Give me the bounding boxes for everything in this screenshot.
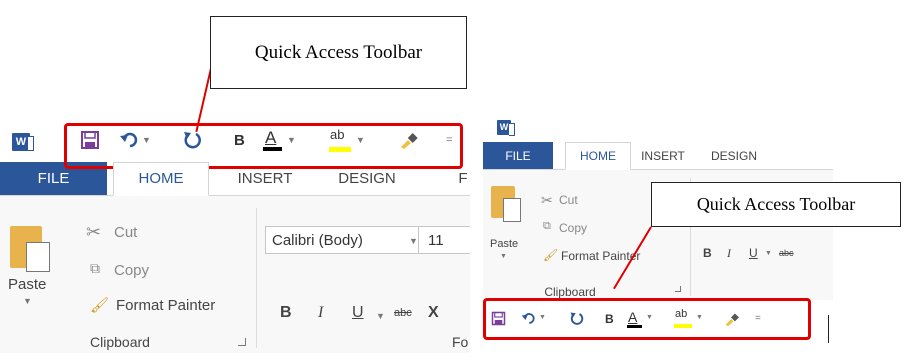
font-name-value: Calibri (Body)	[272, 232, 363, 249]
copy-label: Copy	[559, 221, 588, 235]
scissors-icon: ✂	[541, 192, 553, 208]
clipboard-launcher-icon[interactable]	[238, 338, 246, 346]
underline-dropdown-icon[interactable]: ▼	[376, 311, 385, 321]
copy-icon: ⧉	[543, 220, 551, 232]
ribbon-home: Paste ▼ ✂ Cut ⧉ Copy 🖌 Format Painter Cl…	[0, 196, 470, 353]
font-group-label: Fo	[452, 334, 469, 350]
underline-dropdown-icon[interactable]: ▼	[765, 250, 772, 257]
paste-sheet-icon	[503, 198, 521, 222]
tab-file[interactable]: FILE	[483, 142, 553, 170]
paste-button[interactable]: Paste ▼	[8, 220, 63, 306]
ribbon-tabs: FILE HOME INSERT DESIGN	[483, 142, 833, 170]
cut-button[interactable]: ✂ Cut	[86, 222, 166, 244]
format-painter-label: Format Painter	[116, 297, 216, 314]
font-size-value: 11	[428, 232, 444, 249]
format-painter-icon: 🖌	[90, 297, 110, 314]
paste-label: Paste	[490, 238, 519, 250]
tab-design[interactable]: DESIGN	[695, 142, 773, 170]
font-bold-button[interactable]: B	[703, 246, 712, 260]
tab-home[interactable]: HOME	[113, 162, 209, 196]
copy-icon: ⧉	[90, 260, 100, 276]
font-name-combo[interactable]: Calibri (Body) ▼	[265, 226, 425, 254]
word-app-icon: W	[497, 120, 515, 136]
format-painter-button[interactable]: 🖌 Format Painter	[541, 248, 691, 266]
underline-button[interactable]: U	[352, 304, 364, 322]
paste-label: Paste	[8, 276, 47, 293]
format-painter-icon: 🖌	[543, 248, 559, 262]
scissors-icon: ✂	[86, 222, 102, 242]
group-separator	[256, 208, 257, 348]
subscript-button[interactable]: X	[428, 304, 439, 322]
clipboard-group-label: Clipboard	[90, 334, 150, 350]
paste-dropdown-icon[interactable]: ▼	[500, 253, 507, 260]
tab-home[interactable]: HOME	[565, 142, 631, 170]
strikethrough-button[interactable]: abc	[779, 248, 794, 258]
copy-label: Copy	[114, 262, 150, 279]
tab-insert[interactable]: INSERT	[631, 142, 695, 170]
font-name-dropdown-icon[interactable]: ▼	[409, 236, 418, 246]
word-app-icon: W	[12, 133, 34, 151]
italic-button[interactable]: I	[318, 304, 323, 322]
paste-button[interactable]: Paste ▼	[489, 182, 533, 262]
paste-dropdown-icon[interactable]: ▼	[23, 296, 32, 306]
callout-right: Quick Access Toolbar	[651, 182, 901, 227]
strikethrough-button[interactable]: abc	[394, 307, 412, 319]
cut-button[interactable]: ✂ Cut	[541, 192, 601, 210]
clipboard-launcher-icon[interactable]	[675, 286, 681, 292]
cut-label: Cut	[559, 193, 578, 207]
font-size-combo[interactable]: 11	[418, 226, 470, 254]
format-painter-button[interactable]: 🖌 Format Painter	[86, 295, 256, 317]
underline-button[interactable]: U	[749, 246, 758, 260]
cut-label: Cut	[114, 224, 138, 241]
text-cursor	[828, 315, 829, 343]
italic-button[interactable]: I	[727, 246, 731, 261]
copy-button[interactable]: ⧉ Copy	[541, 220, 601, 238]
font-bold-button[interactable]: B	[280, 304, 292, 322]
qat-highlight-right	[483, 298, 811, 340]
paste-sheet-icon	[26, 242, 50, 272]
copy-button[interactable]: ⧉ Copy	[86, 260, 176, 282]
callout-top: Quick Access Toolbar	[210, 16, 467, 89]
title-bar: W	[483, 112, 833, 142]
clipboard-group-label: Clipboard	[544, 285, 596, 299]
